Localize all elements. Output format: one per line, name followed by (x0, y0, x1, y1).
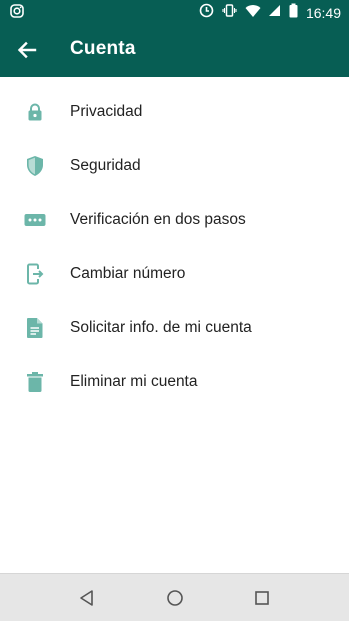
signal-icon (268, 4, 281, 22)
list-item-two-step-verification[interactable]: Verificación en dos pasos (0, 193, 349, 247)
list-item-label: Solicitar info. de mi cuenta (70, 319, 252, 336)
list-item-label: Verificación en dos pasos (70, 211, 246, 228)
lock-icon (24, 101, 46, 123)
trash-icon (24, 371, 46, 393)
status-bar: 16:49 (0, 0, 349, 23)
account-settings-list: Privacidad Seguridad Verificación en dos… (0, 85, 349, 409)
nav-back-icon[interactable] (77, 588, 97, 608)
list-item-security[interactable]: Seguridad (0, 139, 349, 193)
list-item-label: Cambiar número (70, 265, 186, 282)
phone-transfer-icon (24, 263, 46, 285)
list-item-label: Seguridad (70, 157, 141, 174)
instagram-notification-icon (10, 4, 24, 23)
vibrate-icon (222, 3, 237, 23)
list-item-change-number[interactable]: Cambiar número (0, 247, 349, 301)
list-item-label: Privacidad (70, 103, 143, 120)
app-bar: Cuenta (0, 23, 349, 77)
nav-recents-icon[interactable] (252, 588, 272, 608)
list-item-privacy[interactable]: Privacidad (0, 85, 349, 139)
password-dots-icon (24, 209, 46, 231)
list-item-delete-account[interactable]: Eliminar mi cuenta (0, 355, 349, 409)
shield-icon (24, 155, 46, 177)
nav-home-icon[interactable] (165, 588, 185, 608)
data-saver-icon (199, 3, 214, 23)
clock: 16:49 (305, 5, 341, 21)
back-arrow-icon[interactable] (14, 37, 40, 63)
page-title: Cuenta (70, 38, 136, 59)
wifi-icon (245, 4, 261, 23)
list-item-request-account-info[interactable]: Solicitar info. de mi cuenta (0, 301, 349, 355)
list-item-label: Eliminar mi cuenta (70, 373, 198, 390)
battery-icon (289, 3, 298, 23)
navigation-bar (0, 573, 349, 621)
document-icon (24, 317, 46, 339)
